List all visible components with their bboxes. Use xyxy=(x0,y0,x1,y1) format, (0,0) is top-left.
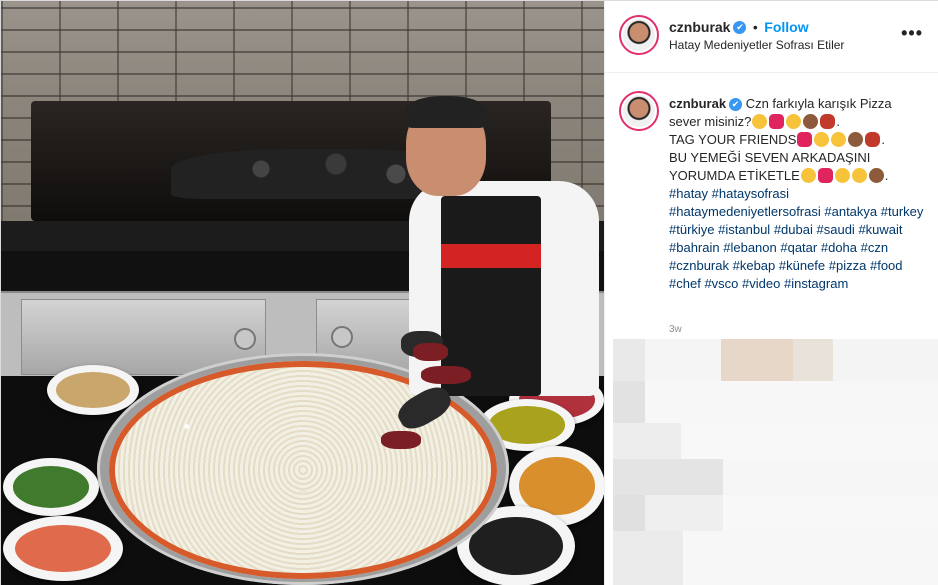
pixelated-comments-area xyxy=(613,339,938,585)
hashtag-link[interactable]: #food xyxy=(870,258,903,273)
laughing-emoji-icon xyxy=(814,132,830,147)
smiling-emoji-icon xyxy=(834,168,850,183)
hashtag-link[interactable]: #video xyxy=(742,276,780,291)
verified-badge-icon: ✔ xyxy=(729,98,743,112)
see-no-evil-monkey-icon xyxy=(868,168,884,183)
hashtag-link[interactable]: #dubai xyxy=(774,222,813,237)
avatar-image xyxy=(623,19,655,51)
hashtag-list: #hatay #hataysofrasi #hataymedeniyetlers… xyxy=(669,185,924,293)
caption-username[interactable]: cznburak xyxy=(669,96,726,111)
hashtag-link[interactable]: #turkey xyxy=(881,204,924,219)
follow-button[interactable]: Follow xyxy=(764,19,808,35)
caption-text-2: TAG YOUR FRIENDS xyxy=(669,132,797,147)
author-username[interactable]: cznburak xyxy=(669,19,730,35)
chef-hair xyxy=(406,96,486,128)
meat-emoji-icon xyxy=(820,114,836,129)
heart-emoji-icon xyxy=(797,132,813,147)
bowl-mushrooms xyxy=(47,365,139,415)
smiling-emoji-icon xyxy=(786,114,802,129)
hashtag-link[interactable]: #künefe xyxy=(779,258,825,273)
drawer-knob xyxy=(331,326,353,348)
hashtag-link[interactable]: #instagram xyxy=(784,276,848,291)
bowl-broccoli xyxy=(3,458,99,516)
hashtag-link[interactable]: #türkiye xyxy=(669,222,715,237)
caption-line-1: cznburak ✔ Czn farkıyla karışık Pizza sev… xyxy=(669,96,892,129)
instagram-post-modal: cznburak ✔ • Follow Hatay Medeniyetler So… xyxy=(0,0,938,585)
header-user-row: cznburak ✔ • Follow xyxy=(669,19,809,37)
drawer-knob xyxy=(234,328,256,350)
caption-line-3: BU YEMEĞİ SEVEN ARKADAŞINI YORUMDA ETİKE… xyxy=(669,150,889,183)
hashtag-link[interactable]: #hatay xyxy=(669,186,708,201)
bowl-sausage xyxy=(3,516,123,581)
post-header: cznburak ✔ • Follow Hatay Medeniyetler So… xyxy=(605,1,938,73)
meat-slice xyxy=(421,366,471,384)
dot-separator: • xyxy=(752,19,758,35)
hashtag-link[interactable]: #qatar xyxy=(780,240,817,255)
hashtag-link[interactable]: #chef xyxy=(669,276,701,291)
hashtag-link[interactable]: #vsco xyxy=(704,276,738,291)
see-no-evil-monkey-icon xyxy=(803,114,819,129)
hashtag-link[interactable]: #kebap xyxy=(733,258,776,273)
more-options-icon[interactable]: ••• xyxy=(901,23,923,44)
post-media[interactable] xyxy=(1,1,604,585)
caption-line-2: TAG YOUR FRIENDS. xyxy=(669,132,885,147)
hashtag-link[interactable]: #hataymedeniyetlersofrasi xyxy=(669,204,821,219)
heart-emoji-icon xyxy=(769,114,785,129)
hashtag-link[interactable]: #bahrain xyxy=(669,240,720,255)
hashtag-link[interactable]: #antakya xyxy=(824,204,877,219)
smiling-emoji-icon xyxy=(831,132,847,147)
hashtag-link[interactable]: #lebanon xyxy=(723,240,777,255)
hashtag-link[interactable]: #cznburak xyxy=(669,258,729,273)
author-avatar[interactable] xyxy=(619,15,659,55)
laughing-emoji-icon xyxy=(752,114,768,129)
post-location[interactable]: Hatay Medeniyetler Sofrası Etiler xyxy=(669,38,844,52)
meat-emoji-icon xyxy=(865,132,881,147)
hashtag-link[interactable]: #kuwait xyxy=(858,222,902,237)
hashtag-link[interactable]: #doha xyxy=(821,240,857,255)
laughing-emoji-icon xyxy=(800,168,816,183)
hashtag-link[interactable]: #istanbul xyxy=(718,222,770,237)
meat-slice xyxy=(381,431,421,449)
hashtag-link[interactable]: #saudi xyxy=(817,222,855,237)
smiling-emoji-icon xyxy=(851,168,867,183)
meat-slice xyxy=(413,343,448,361)
post-caption: cznburak ✔ Czn farkıyla karışık Pizza sev… xyxy=(669,95,924,293)
post-timestamp[interactable]: 3w xyxy=(669,324,682,335)
hashtag-link[interactable]: #hataysofrasi xyxy=(712,186,789,201)
hashtag-link[interactable]: #czn xyxy=(861,240,888,255)
heart-emoji-icon xyxy=(817,168,833,183)
see-no-evil-monkey-icon xyxy=(848,132,864,147)
verified-badge-icon: ✔ xyxy=(733,21,747,35)
hashtag-link[interactable]: #pizza xyxy=(829,258,867,273)
avatar-image xyxy=(623,95,655,127)
caption-avatar[interactable] xyxy=(619,91,659,131)
